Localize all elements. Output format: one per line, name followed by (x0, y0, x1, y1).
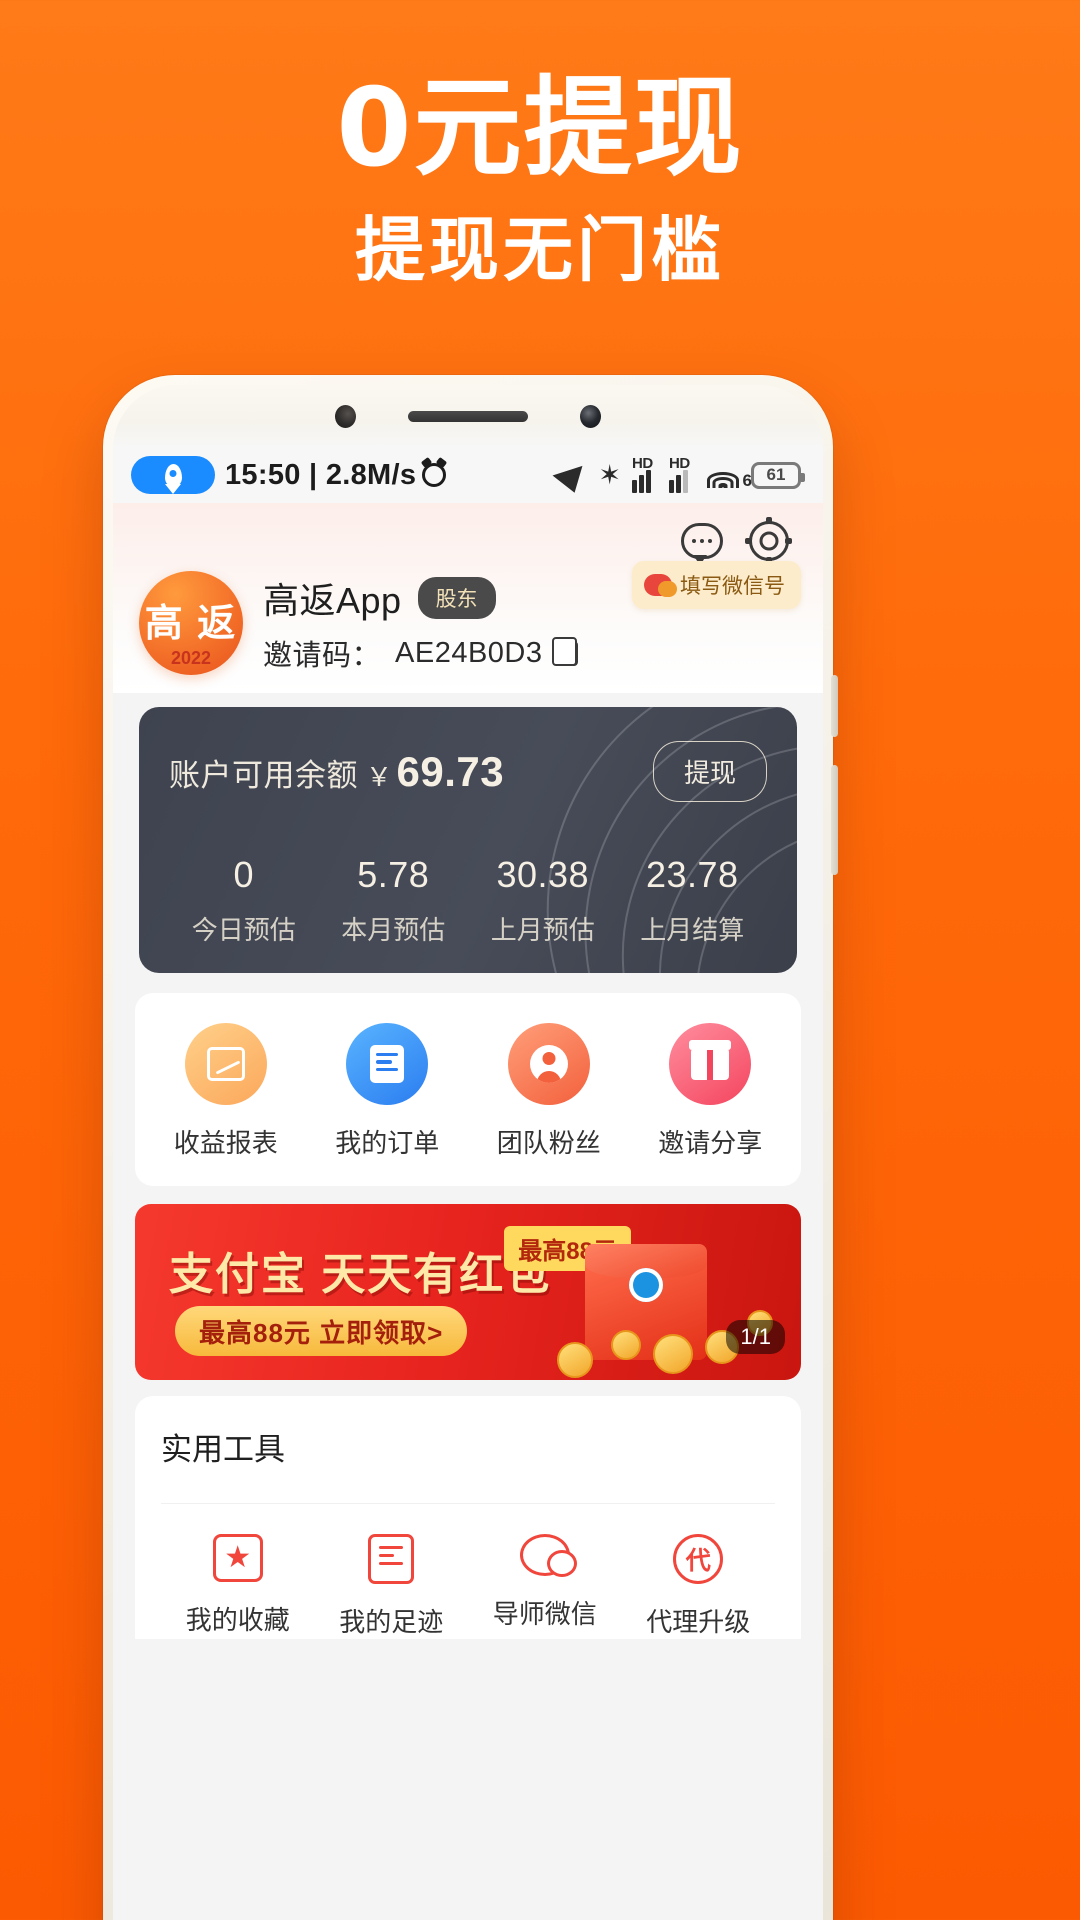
balance-amount: 69.73 (396, 747, 505, 795)
message-bubble-icon[interactable] (681, 523, 723, 565)
tool-label: 我的收藏 (185, 1605, 290, 1635)
username-row: 高返App 股东 (263, 572, 578, 624)
agent-upgrade-icon: 代 (673, 1534, 724, 1584)
quick-action-my-orders[interactable]: 我的订单 (307, 1023, 469, 1160)
tool-agent-upgrade[interactable]: 代 代理升级 (622, 1534, 776, 1639)
invite-code-row[interactable]: 邀请码： AE24B0D3 (263, 632, 578, 674)
quick-action-income-report[interactable]: 收益报表 (145, 1023, 307, 1160)
promo-subtitle: 提现无门槛 (355, 209, 725, 292)
alipay-redpacket-banner[interactable]: 支付宝 天天有红包 最高88元 立即领取> 最高88元 1/1 (135, 1204, 801, 1380)
currency-symbol: ￥ (366, 761, 393, 792)
hd-label-2: HD (669, 455, 690, 472)
phone-bezel: 15:50 | 2.8M/s ✶ HD HD 6 61 填写微信号 高 返 20… (113, 385, 823, 1920)
phone-mockup: 15:50 | 2.8M/s ✶ HD HD 6 61 填写微信号 高 返 20… (103, 375, 838, 1920)
status-badge: 股东 (417, 577, 496, 619)
user-name: 高返App (263, 580, 402, 621)
tool-label: 代理升级 (646, 1607, 751, 1637)
tools-grid: ★ 我的收藏 我的足迹 导师微信 代 代理升级 (161, 1503, 775, 1639)
alarm-clock-icon (422, 463, 447, 487)
earpiece-speaker (408, 410, 528, 422)
signal-icon-2: HD (669, 455, 695, 493)
footprint-list-icon (368, 1534, 415, 1584)
stat-label: 本月预估 (341, 915, 446, 945)
invite-code-label: 邀请码： (263, 640, 382, 672)
sensor-icon (580, 404, 601, 428)
quick-action-label: 我的订单 (335, 1128, 440, 1158)
wechat-bubbles-icon (644, 574, 677, 597)
banner-title: 支付宝 天天有红包 (169, 1250, 552, 1299)
app-screen: 填写微信号 高 返 2022 高返App 股东 邀请码： AE24B0D3 账户… (113, 503, 823, 1920)
fill-wechat-button[interactable]: 填写微信号 (632, 561, 801, 609)
quick-action-grid: 收益报表 我的订单 团队粉丝 邀请分享 (135, 993, 801, 1186)
coin-icon (653, 1334, 693, 1374)
balance-stat-this-month[interactable]: 5.78 本月预估 (319, 854, 469, 947)
phone-side-button (831, 675, 838, 737)
phone-volume-button (831, 765, 838, 875)
avatar[interactable]: 高 返 2022 (139, 571, 243, 675)
tool-my-favorites[interactable]: ★ 我的收藏 (161, 1534, 315, 1639)
balance-label-group: 账户可用余额 ￥ 69.73 (169, 748, 504, 796)
tool-mentor-wechat[interactable]: 导师微信 (468, 1534, 622, 1639)
stat-label: 今日预估 (191, 915, 296, 945)
battery-icon: 61 (751, 461, 805, 489)
balance-label: 账户可用余额 (169, 757, 358, 793)
tool-label: 我的足迹 (339, 1607, 444, 1637)
signal-icon-1: HD (632, 455, 658, 493)
invite-code-value: AE24B0D3 (395, 636, 543, 669)
coin-icon (557, 1342, 593, 1378)
balance-stat-today[interactable]: 0 今日预估 (169, 854, 319, 947)
tool-my-footprints[interactable]: 我的足迹 (315, 1534, 469, 1639)
decorative-arcs (546, 707, 797, 973)
navigation-arrow-icon (552, 457, 594, 493)
balance-card: 账户可用余额 ￥ 69.73 提现 0 今日预估 5.78 本月预估 30.38… (139, 707, 797, 973)
hd-label-1: HD (632, 455, 653, 472)
team-user-icon (507, 1023, 590, 1105)
order-document-icon (346, 1023, 429, 1105)
quick-action-label: 团队粉丝 (496, 1128, 601, 1158)
quick-action-label: 邀请分享 (658, 1128, 763, 1158)
mentor-chat-icon (519, 1534, 577, 1577)
front-camera-icon (335, 404, 356, 428)
tools-section-title: 实用工具 (161, 1432, 285, 1467)
quick-action-invite-share[interactable]: 邀请分享 (630, 1023, 792, 1160)
quick-action-team-fans[interactable]: 团队粉丝 (468, 1023, 630, 1160)
stat-value: 5.78 (357, 854, 430, 895)
tool-label: 导师微信 (492, 1599, 597, 1629)
tools-section: 实用工具 ★ 我的收藏 我的足迹 导师微信 代 代理升级 (135, 1396, 801, 1639)
promo-banner: 0元提现 提现无门槛 (0, 0, 1080, 289)
status-icons: ✶ HD HD 6 61 (552, 455, 805, 493)
gift-share-icon (669, 1023, 752, 1105)
status-bar: 15:50 | 2.8M/s ✶ HD HD 6 61 (113, 447, 823, 503)
location-pin-icon (131, 456, 215, 494)
wifi-icon: 6 (706, 462, 752, 490)
phone-top-bezel (113, 385, 823, 447)
star-favorite-icon: ★ (212, 1534, 263, 1582)
chart-report-icon (184, 1023, 267, 1105)
battery-level-label: 61 (766, 465, 786, 484)
gear-icon[interactable] (745, 517, 789, 561)
quick-action-label: 收益报表 (173, 1128, 278, 1158)
profile-text: 高返App 股东 邀请码： AE24B0D3 (263, 572, 578, 674)
fill-wechat-label: 填写微信号 (680, 575, 785, 598)
banner-cta-button[interactable]: 最高88元 立即领取> (175, 1306, 468, 1356)
bluetooth-icon: ✶ (598, 459, 621, 490)
stat-value: 0 (233, 854, 255, 895)
avatar-year: 2022 (170, 648, 212, 668)
promo-title: 0元提现 (336, 66, 744, 191)
avatar-text: 高 返 (144, 602, 238, 645)
status-time: 15:50 | 2.8M/s (225, 458, 417, 491)
coin-icon (611, 1330, 641, 1360)
profile-header: 填写微信号 高 返 2022 高返App 股东 邀请码： AE24B0D3 (113, 503, 823, 693)
copy-icon[interactable] (551, 636, 578, 666)
banner-pager: 1/1 (726, 1320, 785, 1354)
